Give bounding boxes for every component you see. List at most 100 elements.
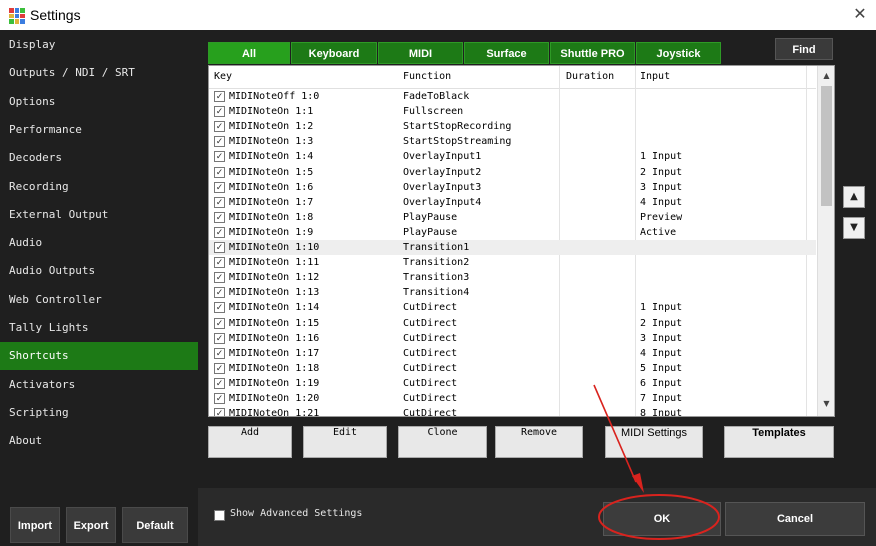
move-down-button[interactable]: ▼ [843,217,865,239]
table-row[interactable]: ✓ MIDINoteOn 1:2 StartStopRecording [209,119,816,134]
scroll-up-icon[interactable]: ▲ [818,68,834,84]
tab-surface[interactable]: Surface [464,42,549,64]
row-checkbox[interactable]: ✓ [214,242,225,253]
row-checkbox[interactable]: ✓ [214,393,225,404]
row-checkbox[interactable]: ✓ [214,211,225,223]
sidebar-item-options[interactable]: Options [0,88,198,116]
table-row[interactable]: ✓ MIDINoteOn 1:19 CutDirect 6 Input [209,376,816,391]
row-checkbox[interactable]: ✓ [214,377,225,389]
row-checkbox[interactable]: ✓ [214,317,225,329]
row-checkbox[interactable]: ✓ [214,257,225,269]
row-function: CutDirect [403,332,458,344]
tab-midi[interactable]: MIDI [378,42,463,64]
row-checkbox[interactable]: ✓ [214,332,225,344]
sidebar-item-shortcuts[interactable]: Shortcuts [0,342,198,371]
midi-settings-button[interactable]: MIDI Settings [605,426,703,458]
row-checkbox[interactable]: ✓ [214,166,225,178]
row-function: CutDirect [403,317,458,329]
table-row[interactable]: ✓ MIDINoteOn 1:17 CutDirect 4 Input [209,346,816,361]
row-checkbox[interactable]: ✓ [214,121,225,133]
row-checkbox[interactable]: ✓ [214,196,225,208]
close-icon[interactable]: ✕ [851,5,869,23]
row-checkbox[interactable]: ✓ [214,272,225,284]
row-input: 2 Input [640,317,683,329]
row-key: MIDINoteOn 1:13 [229,287,320,299]
scroll-thumb[interactable] [821,86,832,206]
find-button[interactable]: Find [775,38,833,60]
add-button[interactable]: Add [208,426,292,458]
table-row[interactable]: ✓ MIDINoteOn 1:6 OverlayInput3 3 Input [209,180,816,195]
row-function: Fullscreen [403,106,464,118]
scroll-down-icon[interactable]: ▼ [818,396,834,412]
row-key: MIDINoteOn 1:6 [229,181,314,193]
row-checkbox[interactable]: ✓ [214,347,225,359]
row-checkbox[interactable]: ✓ [214,302,225,314]
table-row[interactable]: ✓ MIDINoteOn 1:3 StartStopStreaming [209,134,816,149]
column-input[interactable]: Input [640,71,670,82]
row-checkbox[interactable]: ✓ [214,408,225,416]
sidebar-item-audio-outputs[interactable]: Audio Outputs [0,257,198,285]
sidebar-item-recording[interactable]: Recording [0,173,198,201]
sidebar-item-decoders[interactable]: Decoders [0,144,198,172]
table-scrollbar[interactable]: ▲ ▼ [817,66,834,416]
table-row[interactable]: ✓ MIDINoteOn 1:13 Transition4 [209,285,816,300]
cancel-button[interactable]: Cancel [725,502,865,536]
table-row[interactable]: ✓ MIDINoteOn 1:15 CutDirect 2 Input [209,316,816,331]
table-row[interactable]: ✓ MIDINoteOn 1:12 Transition3 [209,270,816,285]
edit-button[interactable]: Edit [303,426,387,458]
table-row[interactable]: ✓ MIDINoteOn 1:18 CutDirect 5 Input [209,361,816,376]
sidebar-item-scripting[interactable]: Scripting [0,399,198,427]
templates-button[interactable]: Templates [724,426,834,458]
table-row[interactable]: ✓ MIDINoteOn 1:7 OverlayInput4 4 Input [209,195,816,210]
sidebar-item-external-output[interactable]: External Output [0,201,198,229]
ok-button[interactable]: OK [603,502,721,536]
row-checkbox[interactable]: ✓ [214,287,225,299]
tab-shuttle-pro[interactable]: Shuttle PRO [550,42,635,64]
row-checkbox[interactable]: ✓ [214,362,225,374]
default-button[interactable]: Default [122,507,188,543]
table-row[interactable]: ✓ MIDINoteOn 1:1 Fullscreen [209,104,816,119]
show-advanced-checkbox[interactable] [214,510,225,521]
row-key: MIDINoteOn 1:10 [229,242,320,253]
row-checkbox[interactable]: ✓ [214,226,225,238]
tab-joystick[interactable]: Joystick [636,42,721,64]
column-function[interactable]: Function [403,71,451,82]
table-row[interactable]: ✓ MIDINoteOn 1:14 CutDirect 1 Input [209,300,816,315]
sidebar-item-activators[interactable]: Activators [0,371,198,399]
table-row[interactable]: ✓ MIDINoteOn 1:10 Transition1 [209,240,816,255]
footer-bar: Show Advanced Settings OK Cancel [198,488,876,546]
tab-keyboard[interactable]: Keyboard [291,42,377,64]
sidebar-item-display[interactable]: Display [0,31,198,59]
sidebar-item-audio[interactable]: Audio [0,229,198,257]
export-button[interactable]: Export [66,507,116,543]
table-row[interactable]: ✓ MIDINoteOn 1:8 PlayPause Preview [209,210,816,225]
remove-button[interactable]: Remove [495,426,583,458]
column-duration[interactable]: Duration [566,71,614,82]
table-row[interactable]: ✓ MIDINoteOn 1:5 OverlayInput2 2 Input [209,165,816,180]
row-checkbox[interactable]: ✓ [214,106,225,118]
table-row[interactable]: ✓ MIDINoteOn 1:21 CutDirect 8 Input [209,406,816,416]
sidebar-item-performance[interactable]: Performance [0,116,198,144]
import-button[interactable]: Import [10,507,60,543]
sidebar-item-web-controller[interactable]: Web Controller [0,286,198,314]
table-row[interactable]: ✓ MIDINoteOn 1:20 CutDirect 7 Input [209,391,816,406]
column-key[interactable]: Key [214,71,232,82]
row-input: Active [640,226,677,238]
sidebar-item-about[interactable]: About [0,427,198,455]
row-checkbox[interactable]: ✓ [214,136,225,148]
sidebar-item-outputs-ndi-srt[interactable]: Outputs / NDI / SRT [0,59,198,87]
row-checkbox[interactable]: ✓ [214,151,225,163]
move-up-button[interactable]: ▲ [843,186,865,208]
sidebar-item-tally-lights[interactable]: Tally Lights [0,314,198,342]
table-row[interactable]: ✓ MIDINoteOn 1:4 OverlayInput1 1 Input [209,149,816,164]
table-row[interactable]: ✓ MIDINoteOn 1:9 PlayPause Active [209,225,816,240]
table-row[interactable]: ✓ MIDINoteOn 1:16 CutDirect 3 Input [209,331,816,346]
table-row[interactable]: ✓ MIDINoteOff 1:0 FadeToBlack [209,89,816,104]
clone-button[interactable]: Clone [398,426,487,458]
row-key: MIDINoteOn 1:14 [229,302,320,314]
row-function: CutDirect [403,362,458,374]
tab-all[interactable]: All [208,42,290,64]
table-row[interactable]: ✓ MIDINoteOn 1:11 Transition2 [209,255,816,270]
row-checkbox[interactable]: ✓ [214,91,225,102]
row-checkbox[interactable]: ✓ [214,181,225,193]
